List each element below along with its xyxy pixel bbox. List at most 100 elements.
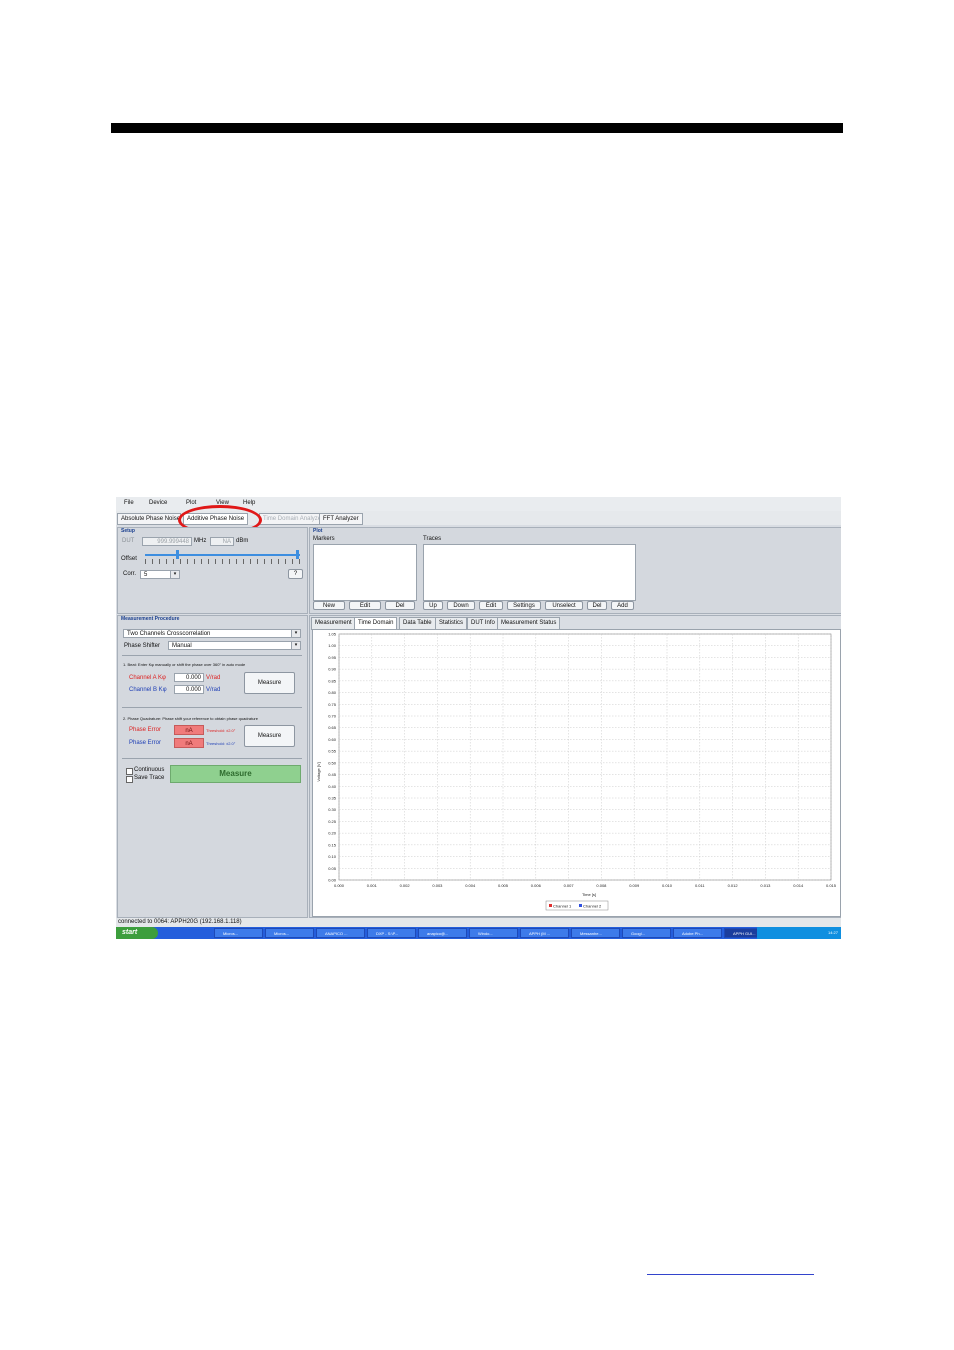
dut-label: DUT (122, 538, 135, 544)
taskbar-item[interactable]: Micros... (214, 928, 263, 938)
x-tick-label: 0.014 (793, 883, 804, 888)
x-tick-label: 0.013 (760, 883, 771, 888)
y-tick-label: 0.60 (328, 737, 337, 742)
chart-legend: Channel 1 Channel 2 (545, 900, 609, 911)
plot-title: Plot (313, 528, 323, 534)
y-tick-label: 0.65 (328, 725, 337, 730)
setup-title: Setup (121, 528, 135, 534)
traces-label: Traces (423, 536, 442, 542)
step1-instruction: 1. Beat: Enter Kφ manually or shift the … (123, 662, 246, 667)
taskbar-item[interactable]: DXP - S:\P... (367, 928, 416, 938)
plot-area-panel: Measurement Time Domain Data Table Stati… (309, 615, 841, 918)
y-axis-label: Voltage [V] (316, 762, 321, 781)
dut-power-field[interactable]: NA (210, 537, 234, 546)
menu-help[interactable]: Help (243, 500, 255, 506)
power-unit-label: dBm (236, 538, 249, 544)
x-tick-label: 0.007 (564, 883, 575, 888)
offset-slider-handle-left[interactable] (176, 550, 179, 559)
legend-channel-1: Channel 1 (553, 904, 572, 909)
trace-unselect-button[interactable]: Unselect (545, 601, 583, 610)
x-tick-label: 0.009 (629, 883, 640, 888)
taskbar-item[interactable]: Messanhe... (571, 928, 620, 938)
y-tick-label: 0.50 (328, 760, 337, 765)
trace-add-button[interactable]: Add (611, 601, 634, 610)
y-tick-label: 0.10 (328, 854, 337, 859)
menu-plot[interactable]: Plot (186, 500, 196, 506)
corr-value: 5 (144, 572, 148, 578)
menu-file[interactable]: File (124, 500, 134, 506)
taskbar-item[interactable]: Adobe Ph... (673, 928, 722, 938)
divider (122, 707, 302, 708)
measure-kphi-button[interactable]: Measure (244, 672, 295, 694)
marker-del-button[interactable]: Del (385, 601, 415, 610)
tab-fft-analyzer[interactable]: FFT Analyzer (319, 513, 363, 525)
clock: 14:27 (827, 930, 838, 935)
trace-edit-button[interactable]: Edit (479, 601, 503, 610)
taskbar-item[interactable]: Micros... (265, 928, 314, 938)
header-rule (111, 123, 843, 133)
legend-swatch-channel-2 (579, 904, 582, 907)
corr-label: Corr. (123, 571, 137, 577)
x-tick-label: 0.015 (826, 883, 837, 888)
time-domain-chart[interactable]: 0.00 0.05 0.10 0.15 0.20 0.25 0.30 0.35 0.40 0.45… (313, 630, 840, 916)
y-tick-label: 0.75 (328, 702, 337, 707)
help-button[interactable]: ? (288, 569, 303, 579)
marker-edit-button[interactable]: Edit (349, 601, 381, 610)
offset-slider-handle-right[interactable] (296, 550, 299, 559)
y-tick-label: 0.70 (328, 714, 337, 719)
start-button[interactable]: start (116, 927, 158, 939)
taskbar-item[interactable]: Googl... (622, 928, 671, 938)
offset-slider-ticks (145, 559, 300, 564)
phase-error-a-value: nA (174, 725, 204, 735)
taskbar-item[interactable]: Windo... (469, 928, 518, 938)
save-trace-label: Save Trace (134, 775, 165, 781)
channel-a-unit: V/rad (206, 675, 221, 681)
plot-frame (338, 633, 832, 881)
markers-list[interactable] (313, 544, 417, 601)
phase-error-a-label: Phase Error (129, 727, 162, 733)
channel-b-label: Channel B Kφ (129, 687, 167, 693)
save-trace-checkbox[interactable] (126, 776, 133, 783)
taskbar-item[interactable]: anapico@... (418, 928, 467, 938)
trace-settings-button[interactable]: Settings (507, 601, 541, 610)
measure-button[interactable]: Measure (170, 765, 301, 783)
continuous-checkbox[interactable] (126, 768, 133, 775)
measure-quadrature-button[interactable]: Measure (244, 725, 295, 747)
trace-up-button[interactable]: Up (423, 601, 443, 610)
dut-frequency-field[interactable]: 999.999448 (142, 537, 192, 546)
tab-absolute-phase-noise[interactable]: Absolute Phase Noise (117, 513, 181, 525)
divider (122, 655, 302, 656)
markers-label: Markers (313, 536, 335, 542)
phase-shifter-value: Manual (172, 643, 192, 649)
trace-down-button[interactable]: Down (447, 601, 475, 610)
trace-del-button[interactable]: Del (587, 601, 607, 610)
x-tick-label: 0.000 (334, 883, 345, 888)
channel-b-kphi-field[interactable]: 0.000 (174, 685, 204, 694)
channel-a-kphi-field[interactable]: 0.000 (174, 673, 204, 682)
traces-list[interactable] (423, 544, 636, 601)
freq-unit-label: MHz (194, 538, 207, 544)
y-tick-label: 0.40 (328, 784, 337, 789)
y-tick-label: 0.00 (328, 878, 337, 883)
taskbar-item[interactable]: ANAPICO ... (316, 928, 365, 938)
phase-error-b-value: nA (174, 738, 204, 748)
step2-instruction: 2. Phase Quadrature: Phase shift your re… (123, 716, 258, 721)
status-bar: connected to 0064: APPH20G (192.168.1.11… (116, 918, 841, 927)
x-tick-label: 0.005 (498, 883, 509, 888)
tab-time-domain-analyzer[interactable]: Time Domain Analyzer (259, 513, 328, 525)
threshold-a-label: Threshold: ±2.0° (206, 728, 236, 733)
taskbar-item[interactable]: APPH (M ... (520, 928, 569, 938)
footer-link-underline[interactable] (647, 1274, 814, 1275)
marker-new-button[interactable]: New (313, 601, 345, 610)
phase-error-b-label: Phase Error (129, 740, 162, 746)
corr-select[interactable]: 5 ▾ (140, 570, 180, 579)
taskbar: start Micros... Micros... ANAPICO ... DXP -… (116, 927, 841, 939)
x-tick-label: 0.004 (465, 883, 476, 888)
chevron-down-icon: ▾ (291, 642, 300, 649)
menu-device[interactable]: Device (149, 500, 167, 506)
offset-slider-track[interactable] (145, 554, 300, 556)
procedure-mode-select[interactable]: Two Channels Crosscorrelation ▾ (123, 629, 301, 638)
continuous-label: Continuous (134, 767, 165, 773)
plot-panel: Plot Markers New Edit Del Traces Up Down… (309, 527, 841, 614)
phase-shifter-select[interactable]: Manual ▾ (168, 641, 301, 650)
